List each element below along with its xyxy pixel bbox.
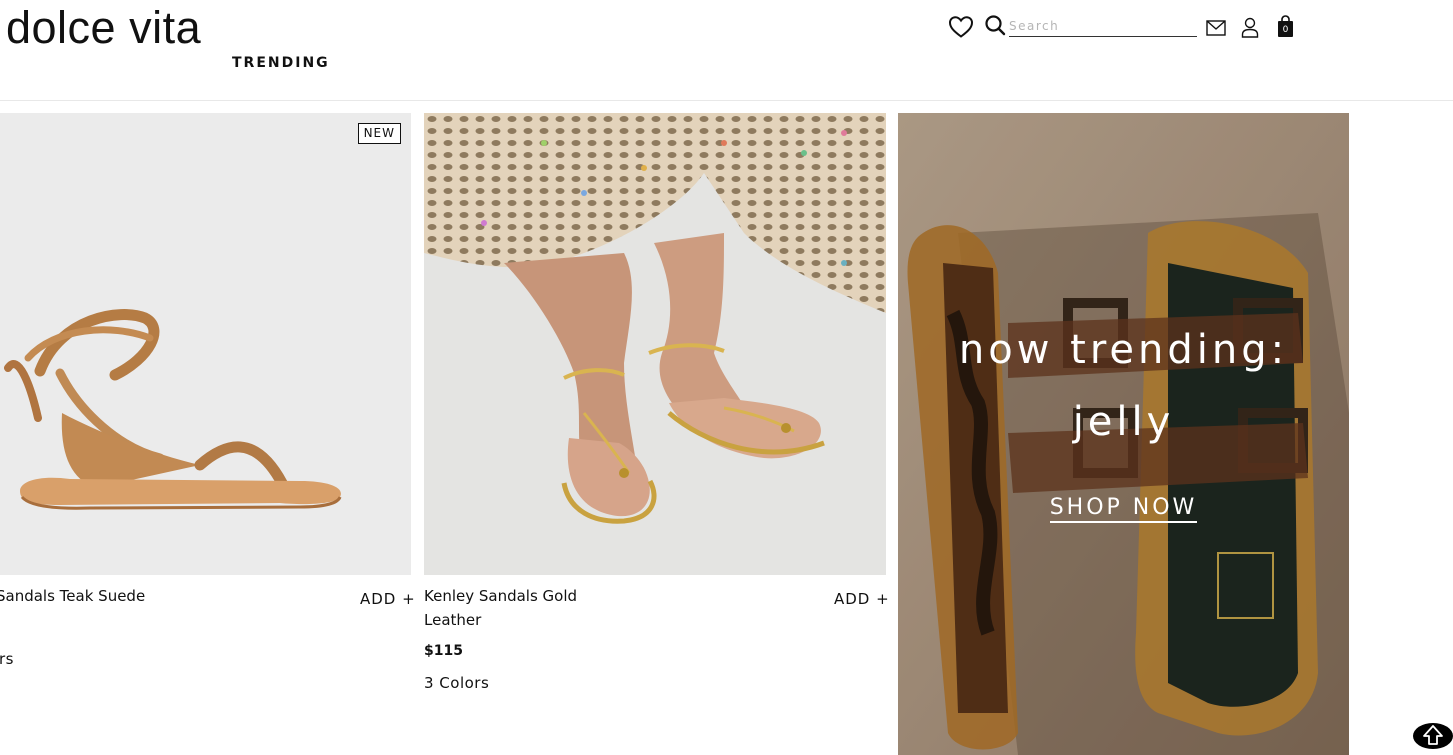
lace-up-flat-sandal-image [0,113,411,575]
add-to-cart-button[interactable]: ADD + [834,590,890,608]
shop-now-link[interactable]: SHOP NOW [898,494,1349,523]
heart-icon[interactable] [948,15,974,39]
search-icon[interactable] [984,14,1006,36]
product-card[interactable]: Kenley Sandals Gold Leather ADD + $115 3… [424,113,889,713]
promo-subheadline: jelly [1072,399,1175,445]
product-image[interactable]: NEW [0,113,411,575]
add-to-cart-button[interactable]: ADD + [360,590,416,608]
product-color-count[interactable]: 3 Colors [424,674,489,692]
promo-banner-jelly[interactable]: now trending: jelly SHOP NOW [898,113,1349,755]
site-header: dolce vita TRENDING 0 [0,0,1453,101]
shop-now-label[interactable]: SHOP NOW [1049,495,1198,523]
product-name[interactable]: Sandals Teak Suede [0,584,145,608]
new-badge: NEW [357,123,401,144]
product-price: $115 [424,643,463,659]
product-name[interactable]: Kenley Sandals Gold [424,584,577,608]
cart-count-badge: 0 [1282,25,1289,35]
product-image[interactable] [424,113,886,575]
search-input[interactable] [1009,13,1197,37]
nav-item-trending[interactable]: TRENDING [232,55,330,71]
mail-icon[interactable] [1206,19,1226,37]
user-account-icon[interactable] [1241,17,1259,38]
brand-logo[interactable]: dolce vita [6,2,201,54]
product-color-count: rs [0,650,14,668]
product-name-line2[interactable]: Leather [424,608,481,632]
promo-headline: now trending: [958,327,1289,373]
product-card[interactable]: NEW Sandals Teak Suede ADD + rs [0,113,415,713]
gold-thong-sandals-on-feet-image [424,113,886,575]
scroll-to-top-icon[interactable] [1413,723,1453,749]
